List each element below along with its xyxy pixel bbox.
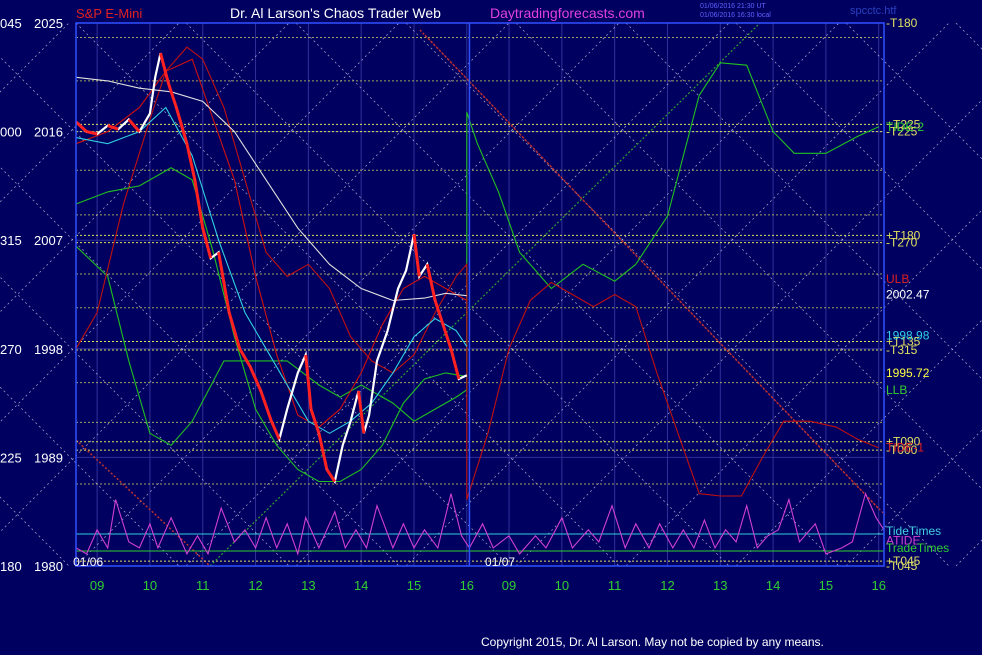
chart-root: 045 2025 000 2016 315 2007 270 1998 225 1989 180 19… (0, 0, 982, 650)
y-price-label-1: 2016 (34, 125, 63, 140)
date-label-1: 01/07 (485, 555, 515, 569)
instrument-title: S&P E-Mini (76, 6, 142, 21)
right-label-0: TIDE-2 (886, 120, 924, 134)
level-label-6: -T315 (886, 343, 918, 357)
brand-label: spcctc.htf (850, 5, 897, 17)
x-tick-label-11: 12 (660, 578, 674, 593)
x-tick-label-6: 15 (407, 578, 421, 593)
x-tick-label-1: 10 (143, 578, 157, 593)
x-tick-label-15: 16 (871, 578, 885, 593)
x-tick-label-13: 14 (766, 578, 780, 593)
level-label-4: -T270 (886, 236, 918, 250)
y-angle-label-2: 315 (0, 233, 22, 248)
y-angle-label-5: 180 (0, 559, 22, 574)
copyright-notice: Copyright 2015, Dr. Al Larson. May not b… (481, 635, 824, 649)
y-price-label-3: 1998 (34, 342, 63, 357)
y-angle-label-1: 000 (0, 125, 22, 140)
y-angle-label-4: 225 (0, 450, 22, 465)
right-label-6: TIDE-1 (886, 441, 924, 455)
right-label-5: LLB (886, 383, 907, 397)
y-price-label-0: 2025 (34, 16, 63, 31)
x-tick-label-3: 12 (248, 578, 262, 593)
x-tick-label-4: 13 (301, 578, 315, 593)
x-tick-label-8: 09 (502, 578, 516, 593)
x-tick-label-9: 10 (555, 578, 569, 593)
site-title[interactable]: Dr. Al Larson's Chaos Trader Web (230, 5, 441, 21)
chart-svg: 045 2025 000 2016 315 2007 270 1998 225 1989 180 19… (0, 0, 982, 650)
x-tick-label-0: 09 (90, 578, 104, 593)
right-label-4: 1995.72 (886, 366, 930, 380)
y-angle-label-0: 045 (0, 16, 22, 31)
level-label-10: -T045 (886, 559, 918, 573)
level-label-0: -T180 (886, 16, 918, 30)
x-tick-label-7: 16 (460, 578, 474, 593)
right-label-9: TradeTimes (886, 541, 949, 555)
y-price-label-2: 2007 (34, 233, 63, 248)
right-label-2: 2002.47 (886, 288, 930, 302)
right-label-1: ULB (886, 272, 909, 286)
x-tick-label-14: 15 (819, 578, 833, 593)
x-tick-label-10: 11 (608, 578, 622, 593)
site-url-link[interactable]: Daytradingforecasts.com (490, 5, 645, 21)
x-tick-label-12: 13 (713, 578, 727, 593)
x-tick-label-2: 11 (196, 578, 210, 593)
y-price-label-4: 1989 (34, 450, 63, 465)
x-tick-label-5: 14 (354, 578, 368, 593)
right-label-3: 1998.98 (886, 329, 930, 343)
y-angle-label-3: 270 (0, 342, 22, 357)
stamp-line-1: 01/06/2016 21:30 UT (700, 3, 766, 10)
stamp-line-2: 01/06/2016 16:30 local (700, 12, 771, 19)
y-price-label-5: 1980 (34, 559, 63, 574)
date-label-0: 01/06 (73, 555, 103, 569)
